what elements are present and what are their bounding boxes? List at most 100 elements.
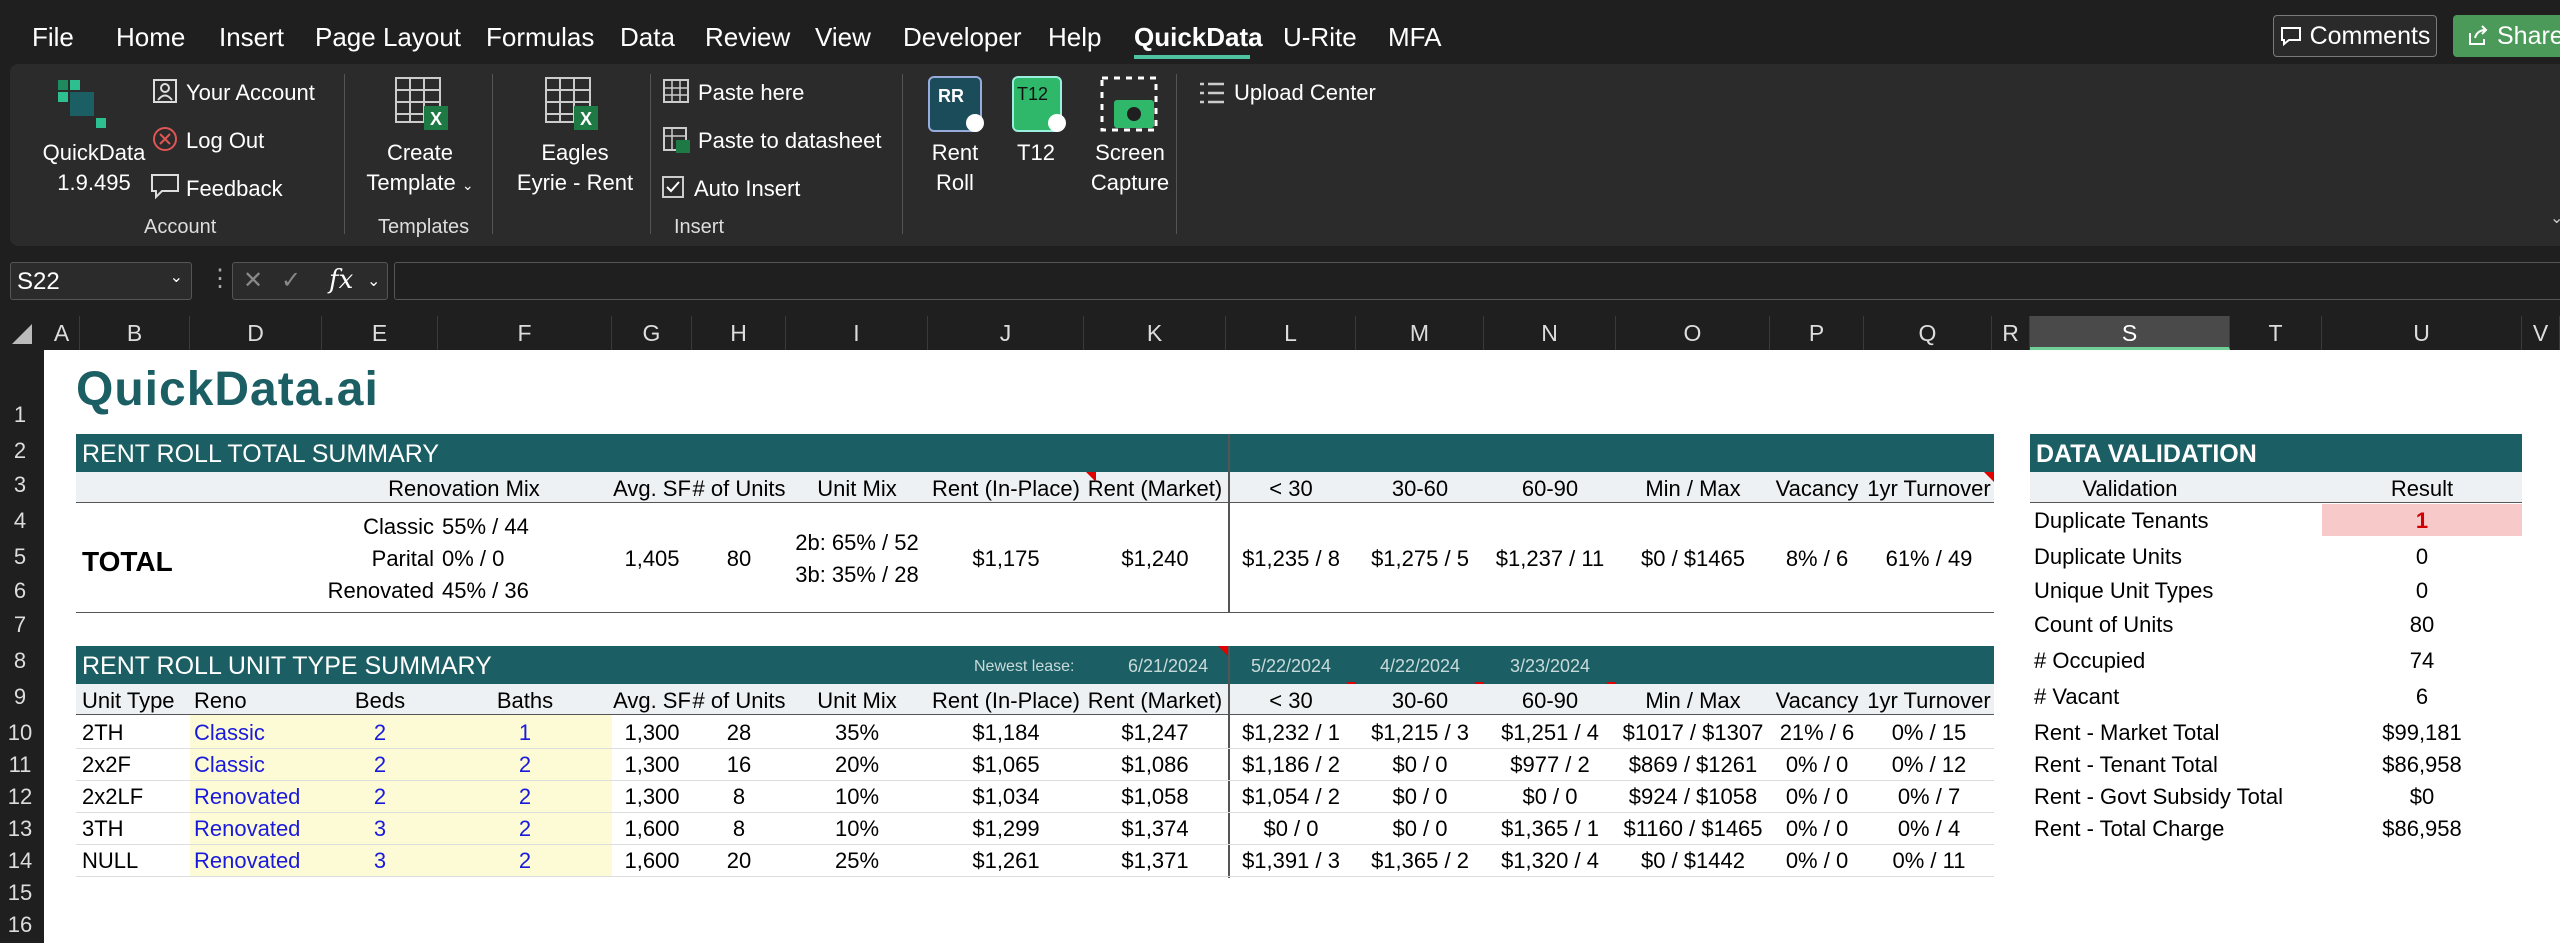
row-header[interactable]: 13 (0, 816, 40, 842)
formula-input[interactable] (394, 262, 2560, 300)
cell-rent-inplace[interactable]: $1,184 (928, 720, 1084, 746)
cell-30-60[interactable]: $0 / 0 (1356, 752, 1484, 778)
cell-min-max[interactable]: $1160 / $1465 (1616, 816, 1770, 842)
cell-unit-type[interactable]: 3TH (82, 816, 124, 842)
cell-turnover[interactable]: 0% / 12 (1864, 752, 1994, 778)
eagles-label[interactable]: Eagles (510, 140, 640, 166)
t12-label[interactable]: T12 (996, 140, 1076, 166)
col-header-o[interactable]: O (1616, 316, 1770, 350)
col-header-a[interactable]: A (44, 316, 80, 350)
menu-help[interactable]: Help (1048, 22, 1101, 53)
cell-unit-mix[interactable]: 35% (786, 720, 928, 746)
cell-lt30[interactable]: $1,186 / 2 (1226, 752, 1356, 778)
cell-reno[interactable]: Classic (194, 752, 265, 778)
col-header-k[interactable]: K (1084, 316, 1226, 350)
row-header[interactable]: 14 (0, 848, 40, 874)
menu-page-layout[interactable]: Page Layout (315, 22, 461, 53)
log-out-button[interactable]: Log Out (186, 128, 264, 154)
cell-rent-market[interactable]: $1,371 (1084, 848, 1226, 874)
cell-beds[interactable]: 2 (322, 720, 438, 746)
cell-num-units[interactable]: 8 (692, 816, 786, 842)
col-header-m[interactable]: M (1356, 316, 1484, 350)
template-dropdown[interactable]: Template ⌄ (360, 170, 480, 196)
roll-label[interactable]: Roll (910, 170, 1000, 196)
cancel-icon[interactable]: ✕ (243, 266, 263, 295)
cell-avg-sf[interactable]: 1,300 (612, 720, 692, 746)
cell-vacancy[interactable]: 21% / 6 (1770, 720, 1864, 746)
screen-capture-icon[interactable] (1098, 74, 1160, 139)
cell-vacancy[interactable]: 0% / 0 (1770, 752, 1864, 778)
cell-baths[interactable]: 2 (438, 752, 612, 778)
col-header-v[interactable]: V (2522, 316, 2560, 350)
capture-label[interactable]: Capture (1080, 170, 1180, 196)
cell-rent-market[interactable]: $1,374 (1084, 816, 1226, 842)
col-header-t[interactable]: T (2230, 316, 2322, 350)
cell-reno[interactable]: Renovated (194, 816, 300, 842)
cell-turnover[interactable]: 0% / 7 (1864, 784, 1994, 810)
cell-60-90[interactable]: $1,320 / 4 (1484, 848, 1616, 874)
cell-baths[interactable]: 2 (438, 848, 612, 874)
cell-reno[interactable]: Classic (194, 720, 265, 746)
row-header[interactable]: 4 (0, 508, 40, 534)
your-account-button[interactable]: Your Account (186, 80, 315, 106)
eyrie-rent-label[interactable]: Eyrie - Rent (510, 170, 640, 196)
cell-vacancy[interactable]: 0% / 0 (1770, 848, 1864, 874)
cell-min-max[interactable]: $0 / $1442 (1616, 848, 1770, 874)
cell-baths[interactable]: 2 (438, 816, 612, 842)
cell-reno[interactable]: Renovated (194, 784, 300, 810)
ribbon-collapse-icon[interactable]: ⌄ (2550, 208, 2560, 228)
cell-lt30[interactable]: $1,054 / 2 (1226, 784, 1356, 810)
col-header-e[interactable]: E (322, 316, 438, 350)
worksheet[interactable]: QuickData.ai RENT ROLL TOTAL SUMMARY Ren… (44, 350, 2560, 943)
col-header-p[interactable]: P (1770, 316, 1864, 350)
row-header[interactable]: 9 (0, 684, 40, 710)
menu-u-rite[interactable]: U-Rite (1283, 22, 1357, 53)
cell-rent-inplace[interactable]: $1,034 (928, 784, 1084, 810)
cell-rent-market[interactable]: $1,247 (1084, 720, 1226, 746)
cell-vacancy[interactable]: 0% / 0 (1770, 816, 1864, 842)
cell-lt30[interactable]: $1,391 / 3 (1226, 848, 1356, 874)
col-header-r[interactable]: R (1992, 316, 2030, 350)
cell-avg-sf[interactable]: 1,600 (612, 816, 692, 842)
cell-60-90[interactable]: $1,251 / 4 (1484, 720, 1616, 746)
row-header[interactable]: 6 (0, 578, 40, 604)
cell-min-max[interactable]: $869 / $1261 (1616, 752, 1770, 778)
cell-unit-mix[interactable]: 10% (786, 816, 928, 842)
menu-view[interactable]: View (815, 22, 871, 53)
paste-to-datasheet-button[interactable]: Paste to datasheet (698, 128, 881, 154)
row-header[interactable]: 16 (0, 912, 40, 938)
share-button[interactable]: Share (2453, 15, 2560, 57)
row-header[interactable]: 1 (0, 402, 40, 428)
menu-home[interactable]: Home (116, 22, 185, 53)
cell-beds[interactable]: 3 (322, 816, 438, 842)
row-header[interactable]: 12 (0, 784, 40, 810)
cell-turnover[interactable]: 0% / 11 (1864, 848, 1994, 874)
col-header-n[interactable]: N (1484, 316, 1616, 350)
menu-mfa[interactable]: MFA (1388, 22, 1441, 53)
cell-beds[interactable]: 2 (322, 752, 438, 778)
cell-min-max[interactable]: $924 / $1058 (1616, 784, 1770, 810)
cell-rent-market[interactable]: $1,058 (1084, 784, 1226, 810)
feedback-button[interactable]: Feedback (186, 176, 283, 202)
menu-quickdata[interactable]: QuickData (1134, 22, 1263, 53)
col-header-q[interactable]: Q (1864, 316, 1992, 350)
col-header-j[interactable]: J (928, 316, 1084, 350)
cell-num-units[interactable]: 16 (692, 752, 786, 778)
cell-avg-sf[interactable]: 1,300 (612, 752, 692, 778)
select-all-icon[interactable] (12, 324, 32, 344)
col-header-g[interactable]: G (612, 316, 692, 350)
cell-unit-type[interactable]: 2x2F (82, 752, 131, 778)
col-header-i[interactable]: I (786, 316, 928, 350)
col-header-d[interactable]: D (190, 316, 322, 350)
more-options-icon[interactable]: ⋮ (208, 264, 232, 293)
menu-developer[interactable]: Developer (903, 22, 1022, 53)
row-header[interactable]: 7 (0, 612, 40, 638)
col-header-l[interactable]: L (1226, 316, 1356, 350)
insert-function-button[interactable]: fx (329, 265, 353, 295)
confirm-icon[interactable]: ✓ (281, 266, 301, 295)
cell-unit-mix[interactable]: 10% (786, 784, 928, 810)
cell-rent-inplace[interactable]: $1,261 (928, 848, 1084, 874)
cell-unit-type[interactable]: NULL (82, 848, 138, 874)
upload-center-button[interactable]: Upload Center (1234, 80, 1376, 106)
menu-formulas[interactable]: Formulas (486, 22, 594, 53)
